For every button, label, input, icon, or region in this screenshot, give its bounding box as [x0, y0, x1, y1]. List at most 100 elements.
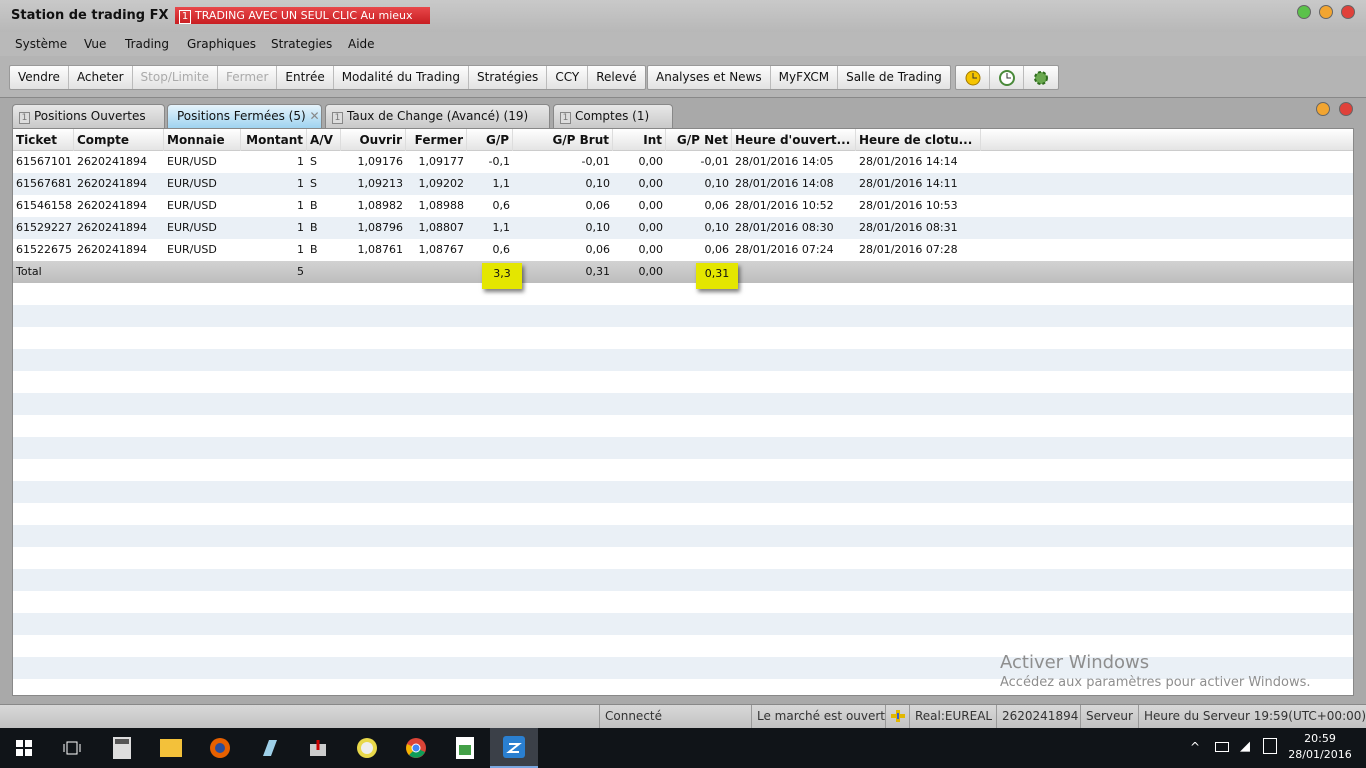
- panel-close-button[interactable]: [1339, 102, 1353, 116]
- menu-strategies[interactable]: Strategies: [271, 37, 332, 51]
- account-number: 2620241894: [996, 705, 1080, 728]
- file-explorer-icon[interactable]: [147, 728, 195, 768]
- column-header-fermer[interactable]: Fermer: [406, 129, 467, 151]
- column-header-compte[interactable]: Compte: [74, 129, 164, 151]
- tab-positions-fermees[interactable]: Positions Fermées (5) ✕: [167, 104, 322, 128]
- column-header-gp-net[interactable]: G/P Net: [666, 129, 732, 151]
- empty-row: [13, 481, 1353, 503]
- spreadsheet-icon[interactable]: [441, 728, 489, 768]
- empty-row: [13, 283, 1353, 305]
- cell-av: S: [310, 177, 317, 190]
- menu-vue[interactable]: Vue: [84, 37, 106, 51]
- fxcm-trading-station-icon[interactable]: [490, 728, 538, 768]
- cell-av: B: [310, 221, 318, 234]
- column-header-int[interactable]: Int: [613, 129, 666, 151]
- column-header-gp-brut[interactable]: G/P Brut: [513, 129, 613, 151]
- salle-trading-button[interactable]: Salle de Trading: [838, 66, 950, 89]
- gear-refresh-icon[interactable]: [1024, 66, 1058, 89]
- cell-ticket: 61529227: [16, 221, 72, 234]
- tab-taux-de-change[interactable]: 1 Taux de Change (Avancé) (19): [325, 104, 550, 128]
- column-header-ticket[interactable]: Ticket: [13, 129, 74, 151]
- fermer-button[interactable]: Fermer: [218, 66, 278, 89]
- cell-montant: 5: [297, 265, 304, 278]
- show-hidden-icons[interactable]: ^: [1190, 740, 1200, 754]
- column-header-gp[interactable]: G/P: [467, 129, 513, 151]
- close-button[interactable]: [1341, 5, 1355, 19]
- notifications-icon[interactable]: [1263, 738, 1277, 754]
- cell-int: 0,00: [638, 155, 664, 168]
- title-bar: Station de trading FX 1 TRADING AVEC UN S…: [0, 0, 1366, 32]
- column-header-heure-ouverture[interactable]: Heure d'ouvert...: [732, 129, 856, 151]
- cell-gp-brut: 0,06: [585, 243, 611, 256]
- cell-ouvrir: 1,08796: [357, 221, 404, 234]
- cell-av: S: [310, 155, 317, 168]
- acheter-button[interactable]: Acheter: [69, 66, 133, 89]
- column-header-monnaie[interactable]: Monnaie: [164, 129, 241, 151]
- ccy-button[interactable]: CCY: [547, 66, 589, 89]
- menu-graphiques[interactable]: Graphiques: [187, 37, 256, 51]
- cell-gp-brut: 0,10: [585, 177, 611, 190]
- stop-limite-button[interactable]: Stop/Limite: [133, 66, 219, 89]
- strategies-button[interactable]: Stratégies: [469, 66, 548, 89]
- disc-icon[interactable]: [343, 728, 391, 768]
- column-header-montant[interactable]: Montant: [241, 129, 307, 151]
- cell-int: 0,00: [638, 221, 664, 234]
- cell-compte: 2620241894: [77, 177, 147, 190]
- close-tab-icon[interactable]: ✕: [310, 109, 320, 123]
- column-header-heure-cloture[interactable]: Heure de clotu...: [856, 129, 981, 151]
- empty-row: [13, 591, 1353, 613]
- chrome-icon[interactable]: [392, 728, 440, 768]
- clock-icon[interactable]: [956, 66, 990, 89]
- table-row[interactable]: 61529227 2620241894 EUR/USD 1 B 1,08796 1,0880…: [13, 217, 1353, 239]
- cell-heure-cloture: 28/01/2016 14:14: [859, 155, 958, 168]
- battery-icon[interactable]: [1215, 742, 1229, 752]
- table-row[interactable]: 61567681 2620241894 EUR/USD 1 S 1,09213 1,0920…: [13, 173, 1353, 195]
- analyses-news-button[interactable]: Analyses et News: [648, 66, 771, 89]
- cell-heure-ouverture: 28/01/2016 08:30: [735, 221, 834, 234]
- empty-row: [13, 327, 1353, 349]
- modalite-trading-button[interactable]: Modalité du Trading: [334, 66, 470, 89]
- total-row: Total 5 0,31 0,00 3,3 0,31: [13, 261, 1353, 289]
- calculator-icon[interactable]: [98, 728, 146, 768]
- cell-ticket: 61522675: [16, 243, 72, 256]
- releve-button[interactable]: Relevé: [588, 66, 644, 89]
- cell-av: B: [310, 199, 318, 212]
- cell-int: 0,00: [638, 177, 664, 190]
- column-header-ouvrir[interactable]: Ouvrir: [341, 129, 406, 151]
- installer-icon[interactable]: [294, 728, 342, 768]
- tab-positions-ouvertes[interactable]: 1 Positions Ouvertes: [12, 104, 165, 128]
- minimize-button[interactable]: [1297, 5, 1311, 19]
- account-type: Real:EUREAL: [909, 705, 996, 728]
- cell-gp-brut: -0,01: [581, 155, 610, 168]
- task-view-icon[interactable]: [48, 728, 96, 768]
- empty-row: [13, 371, 1353, 393]
- tab-comptes[interactable]: 1 Comptes (1): [553, 104, 673, 128]
- cell-ticket: Total: [16, 265, 42, 278]
- panel-minimize-button[interactable]: [1316, 102, 1330, 116]
- menu-trading[interactable]: Trading: [125, 37, 169, 51]
- vendre-button[interactable]: Vendre: [10, 66, 69, 89]
- myfxcm-button[interactable]: MyFXCM: [771, 66, 839, 89]
- table-row[interactable]: 61546158 2620241894 EUR/USD 1 B 1,08982 1,0898…: [13, 195, 1353, 217]
- app-icon[interactable]: [245, 728, 293, 768]
- cell-monnaie: EUR/USD: [167, 199, 217, 212]
- one-click-trading-banner[interactable]: 1 TRADING AVEC UN SEUL CLIC Au mieux: [175, 7, 430, 24]
- wifi-icon[interactable]: ◢: [1240, 739, 1250, 754]
- menu-systeme[interactable]: Système: [15, 37, 67, 51]
- cell-ticket: 61546158: [16, 199, 72, 212]
- cell-int: 0,00: [638, 199, 664, 212]
- clock-refresh-icon[interactable]: [990, 66, 1024, 89]
- entree-button[interactable]: Entrée: [277, 66, 334, 89]
- cell-ouvrir: 1,09176: [357, 155, 404, 168]
- table-row[interactable]: 61522675 2620241894 EUR/USD 1 B 1,08761 1,0876…: [13, 239, 1353, 261]
- market-status: Le marché est ouvert: [751, 705, 885, 728]
- cell-fermer: 1,08988: [418, 199, 465, 212]
- maximize-button[interactable]: [1319, 5, 1333, 19]
- clock[interactable]: 20:59 28/01/2016: [1288, 732, 1352, 761]
- menu-aide[interactable]: Aide: [348, 37, 375, 51]
- column-header-av[interactable]: A/V: [307, 129, 341, 151]
- start-windows-icon[interactable]: [0, 728, 48, 768]
- table-row[interactable]: 61567101 2620241894 EUR/USD 1 S 1,09176 1,0917…: [13, 151, 1353, 173]
- firefox-icon[interactable]: [196, 728, 244, 768]
- cell-monnaie: EUR/USD: [167, 177, 217, 190]
